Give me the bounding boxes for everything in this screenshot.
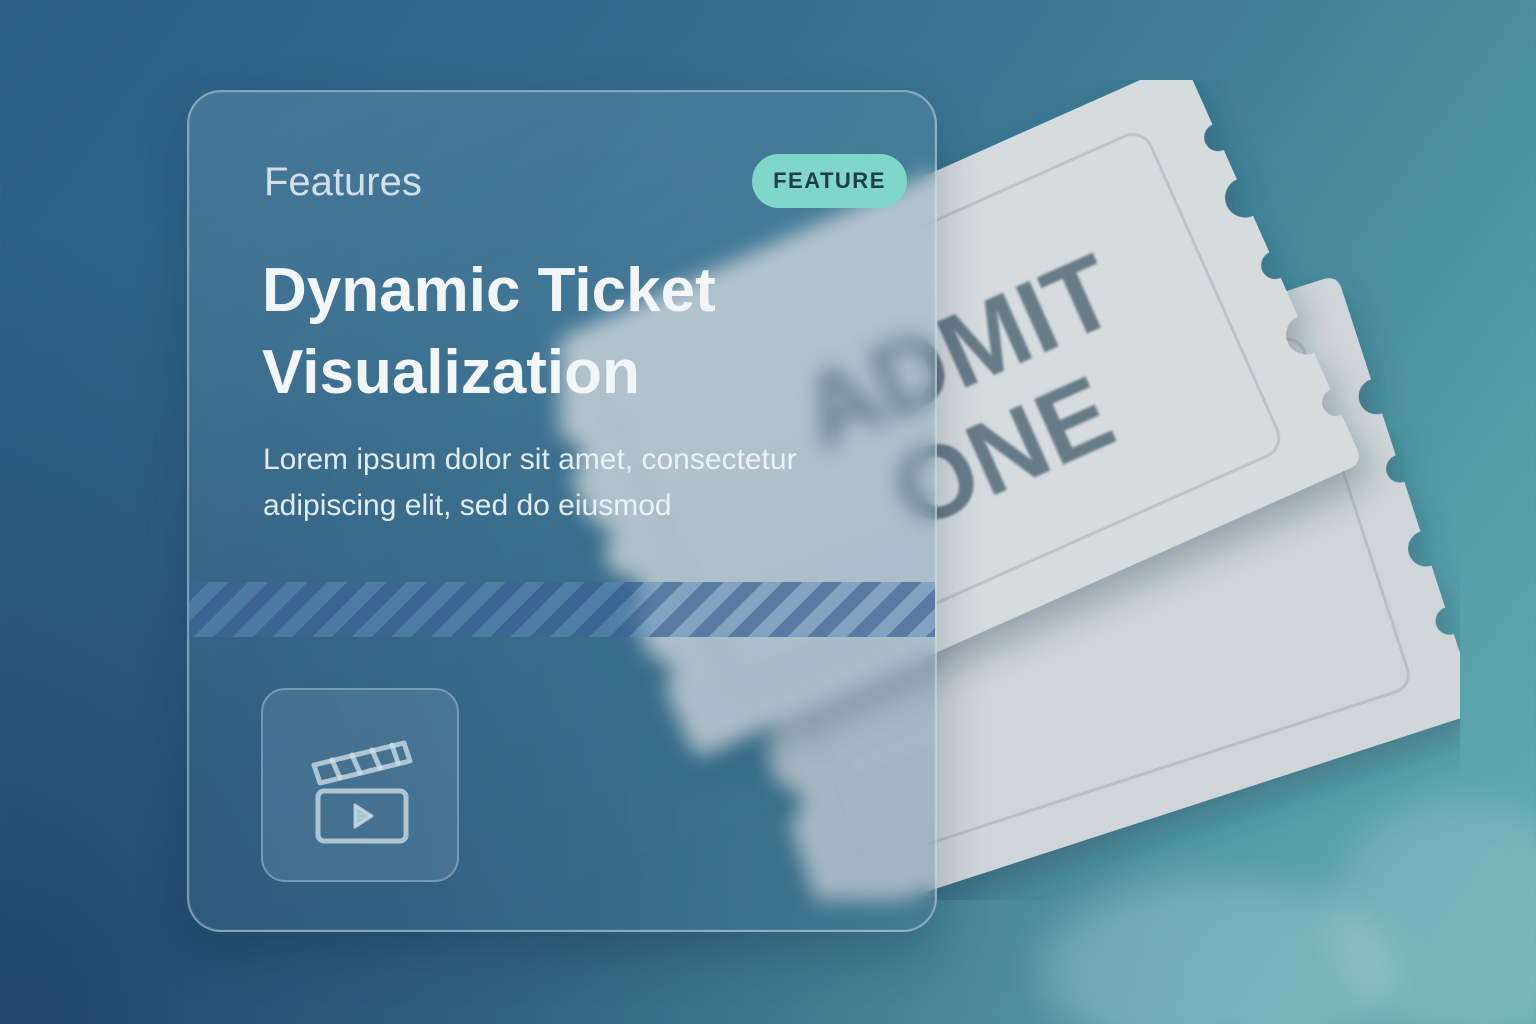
- section-label: Features: [264, 160, 422, 204]
- card-title-line: Dynamic Ticket: [262, 256, 716, 325]
- striped-divider: [189, 582, 935, 637]
- card-description: Lorem ipsum dolor sit amet, consectetur …: [263, 437, 903, 529]
- clapperboard-icon-tile: [261, 688, 459, 882]
- card-title-line: Visualization: [262, 338, 640, 407]
- card-description-line: Lorem ipsum dolor sit amet, consectetur: [263, 443, 797, 476]
- clapperboard-play-icon: [311, 740, 413, 844]
- feature-card: Features FEATURE Dynamic Ticket Visualiz…: [187, 90, 937, 932]
- card-title: Dynamic Ticket Visualization: [262, 250, 882, 414]
- card-description-line: adipiscing elit, sed do eiusmod: [263, 489, 672, 522]
- feature-badge: FEATURE: [752, 154, 907, 208]
